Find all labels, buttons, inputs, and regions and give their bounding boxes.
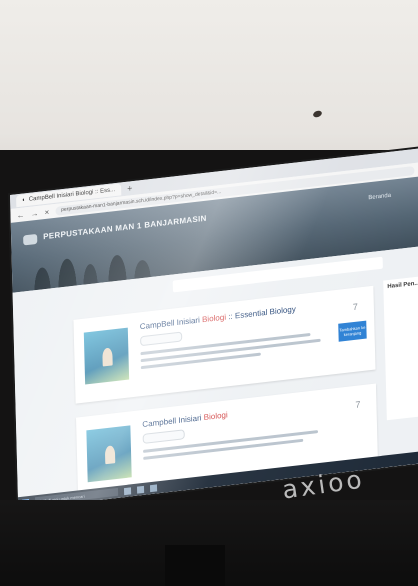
new-tab-icon[interactable]: + bbox=[127, 183, 133, 194]
title-highlight: Biologi bbox=[201, 312, 227, 325]
site-menu-link[interactable]: Beranda bbox=[368, 193, 391, 202]
availability-count: 7 bbox=[352, 301, 358, 313]
taskbar-app-icon[interactable] bbox=[149, 483, 158, 492]
monitor-screen: ◐ CampBell Inisiari Biologi :: Ess... + … bbox=[10, 148, 418, 510]
back-icon[interactable]: ← bbox=[16, 210, 24, 220]
taskbar-app-icon[interactable] bbox=[123, 486, 132, 495]
collection-badge bbox=[142, 429, 185, 444]
title-highlight: Biologi bbox=[203, 410, 228, 423]
availability-count: 7 bbox=[355, 399, 361, 410]
result-card: CampBell Inisiari Biologi :: Essential B… bbox=[73, 285, 376, 404]
sidebar-panel: Hasil Pen... bbox=[383, 276, 418, 421]
monitor-stand bbox=[165, 545, 225, 586]
book-cover-image[interactable] bbox=[83, 327, 130, 385]
add-to-basket-button[interactable]: Tambahkan ke keranjang bbox=[338, 320, 367, 342]
collection-badge bbox=[140, 331, 183, 347]
title-text: CampBell Inisiari bbox=[139, 315, 203, 332]
title-suffix: :: Essential Biology bbox=[225, 304, 296, 322]
book-cover-image[interactable] bbox=[86, 425, 132, 483]
forward-icon[interactable]: → bbox=[30, 208, 38, 218]
book-title-link[interactable]: CampBell Inisiari Biologi :: Essential B… bbox=[140, 305, 296, 332]
sidebar-title: Hasil Pen... bbox=[387, 280, 418, 291]
book-title-link[interactable]: Campbell Inisiari Biologi bbox=[142, 410, 228, 429]
taskbar-app-icon[interactable] bbox=[136, 485, 145, 494]
wall-mark bbox=[312, 109, 323, 119]
close-icon[interactable]: × bbox=[44, 207, 49, 217]
title-text: Campbell Inisiari bbox=[142, 413, 204, 430]
tab-favicon-icon: ◐ bbox=[22, 197, 26, 204]
library-logo-icon[interactable] bbox=[23, 233, 38, 246]
